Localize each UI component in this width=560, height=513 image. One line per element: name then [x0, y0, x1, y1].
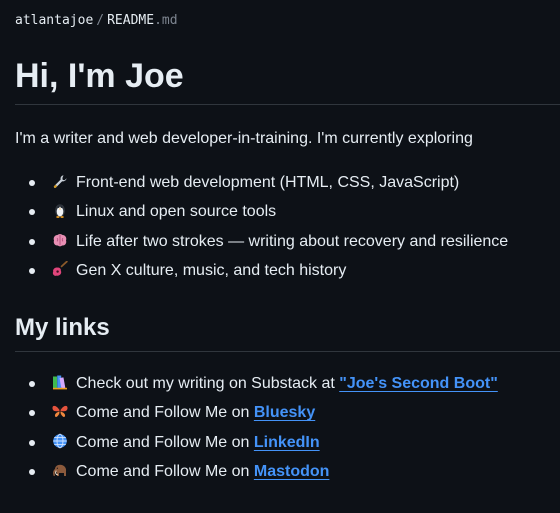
breadcrumb-separator: / [96, 13, 105, 28]
page-title: Hi, I'm Joe [15, 57, 184, 95]
links-heading: My links [15, 314, 110, 341]
brain-icon [53, 233, 67, 246]
books-icon [53, 375, 67, 390]
wrench-icon [53, 175, 67, 188]
file-name: README [107, 13, 155, 28]
list-item: Life after two strokes — writing about r… [15, 231, 508, 260]
bullet-marker [29, 267, 35, 274]
guitar-icon [52, 260, 68, 276]
list-item-text: Come and Follow Me on [76, 433, 254, 451]
breadcrumb: atlantajoe / README.md [15, 12, 178, 30]
bullet-marker [29, 439, 35, 446]
heading-divider [15, 104, 560, 105]
list-item-text: Life after two strokes — writing about r… [76, 232, 509, 250]
list-item: Check out my writing on Substack at "Joe… [15, 373, 498, 402]
list-item: Gen X culture, music, and tech history [15, 260, 508, 289]
bullet-marker [29, 180, 35, 186]
list-item: Come and Follow Me on LinkedIn [15, 432, 498, 461]
exploring-list: Front-end web development (HTML, CSS, Ja… [15, 172, 508, 289]
list-item-text: Check out my writing on Substack at [76, 375, 340, 392]
list-item: Come and Follow Me on Bluesky [15, 402, 498, 431]
list-item-text: Come and Follow Me on [76, 404, 254, 422]
list-item: Front-end web development (HTML, CSS, Ja… [15, 172, 508, 201]
bullet-marker [29, 238, 35, 245]
links-list: Check out my writing on Substack at "Joe… [15, 373, 498, 490]
list-item-text: Come and Follow Me on [76, 462, 254, 480]
mastodon-link[interactable]: Mastodon [254, 463, 330, 480]
globe-icon [53, 433, 67, 448]
list-item: Linux and open source tools [15, 201, 508, 230]
list-item-text: Gen X culture, music, and tech history [76, 261, 347, 279]
mammoth-icon [53, 464, 67, 476]
readme-page: atlantajoe / README.md Hi, I'm Joe I'm a w… [0, 0, 560, 513]
bullet-marker [29, 410, 35, 417]
penguin-icon [55, 204, 65, 219]
links-heading-divider [15, 351, 560, 352]
list-item: Come and Follow Me on Mastodon [15, 461, 498, 490]
bullet-marker [29, 209, 35, 216]
substack-link[interactable]: "Joe's Second Boot" [339, 375, 498, 392]
butterfly-icon [52, 406, 68, 418]
file-extension: .md [154, 13, 178, 28]
intro-paragraph: I'm a writer and web developer-in-traini… [15, 130, 473, 147]
bullet-marker [29, 381, 35, 387]
repo-owner-link[interactable]: atlantajoe [15, 13, 93, 28]
linkedin-link[interactable]: LinkedIn [254, 434, 320, 451]
bluesky-link[interactable]: Bluesky [254, 404, 315, 421]
list-item-text: Linux and open source tools [76, 203, 277, 221]
bullet-marker [29, 468, 35, 475]
list-item-text: Front-end web development (HTML, CSS, Ja… [76, 174, 460, 191]
